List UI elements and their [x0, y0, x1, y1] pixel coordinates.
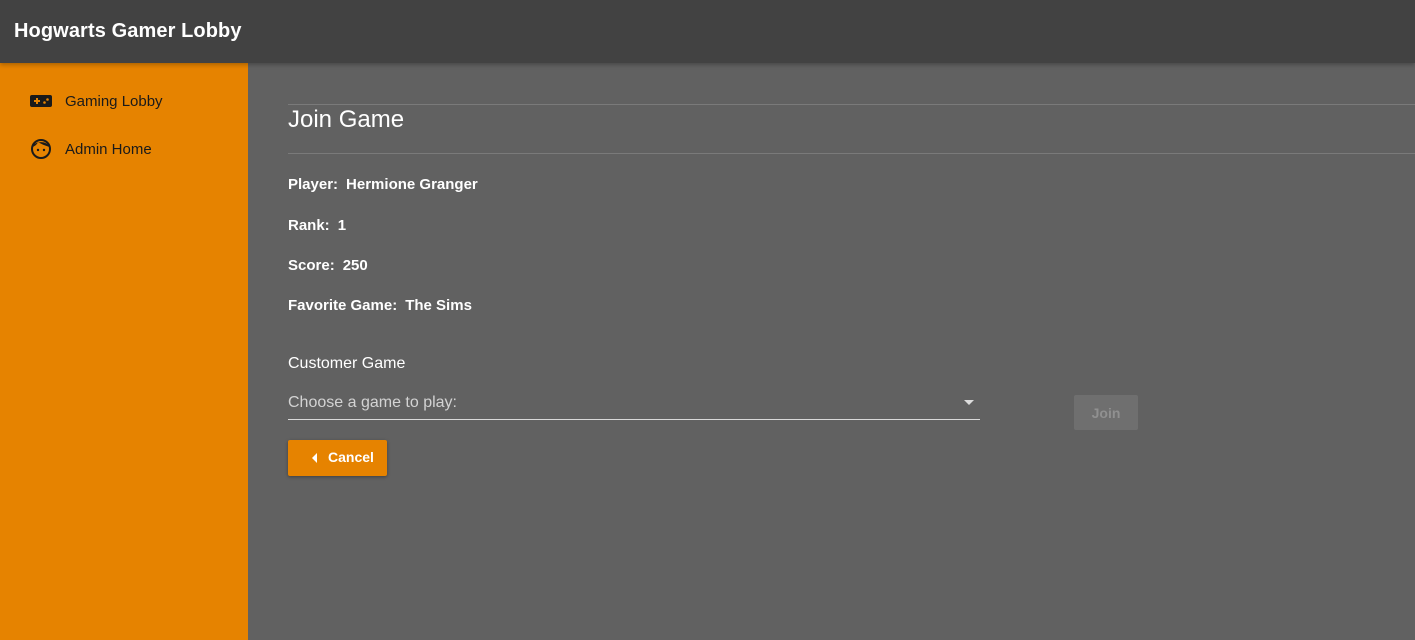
sidebar: Gaming Lobby Admin Home	[0, 63, 248, 640]
sidebar-item-admin-home[interactable]: Admin Home	[0, 125, 248, 173]
score-info: Score: 250	[288, 257, 368, 274]
face-icon	[29, 137, 53, 161]
rank-value: 1	[337, 217, 347, 234]
top-app-bar: Hogwarts Gamer Lobby	[0, 0, 1415, 63]
sidebar-item-label: Gaming Lobby	[65, 92, 163, 110]
score-label: Score:	[288, 257, 335, 274]
chevron-left-icon	[312, 453, 317, 463]
cancel-button[interactable]: Cancel	[288, 440, 387, 476]
player-info: Player: Hermione Granger	[288, 176, 478, 193]
score-value: 250	[342, 257, 368, 274]
player-value: Hermione Granger	[346, 176, 478, 193]
favorite-game-info: Favorite Game: The Sims	[288, 297, 472, 314]
rank-label: Rank:	[288, 217, 330, 234]
title-divider-top	[288, 104, 1415, 105]
favorite-game-value: The Sims	[405, 297, 472, 314]
dropdown-arrow-icon	[964, 400, 974, 405]
game-select-placeholder: Choose a game to play:	[288, 394, 457, 411]
favorite-game-label: Favorite Game:	[288, 297, 398, 314]
rank-info: Rank: 1	[288, 217, 346, 234]
game-select-label: Customer Game	[288, 355, 406, 372]
game-select[interactable]: Choose a game to play:	[288, 391, 980, 420]
sidebar-item-gaming-lobby[interactable]: Gaming Lobby	[0, 77, 248, 125]
join-button[interactable]: Join	[1074, 395, 1138, 430]
cancel-button-label: Cancel	[328, 449, 374, 465]
player-label: Player:	[288, 176, 339, 193]
app-title: Hogwarts Gamer Lobby	[14, 20, 242, 42]
main-content: Join Game Player: Hermione Granger Rank: 1…	[248, 63, 1415, 640]
title-divider-bottom	[288, 153, 1415, 154]
page-title: Join Game	[288, 106, 405, 133]
gamepad-icon	[29, 89, 53, 113]
app-window: Hogwarts Gamer Lobby Gaming Lobby Admin …	[0, 0, 1415, 640]
sidebar-item-label: Admin Home	[65, 140, 152, 158]
